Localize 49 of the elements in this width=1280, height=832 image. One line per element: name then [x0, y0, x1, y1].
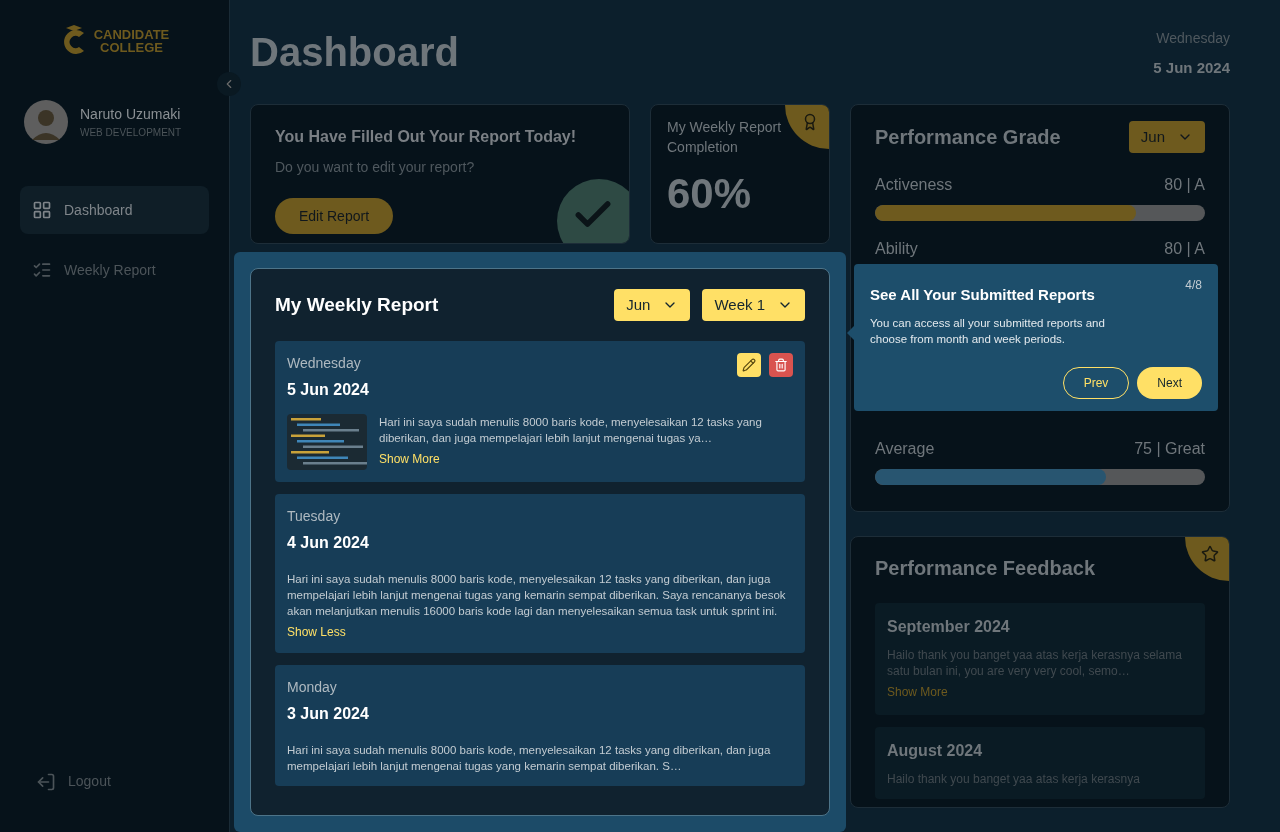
- avatar: [24, 100, 68, 144]
- toggle-link[interactable]: Show More: [379, 450, 793, 468]
- entry-date: 3 Jun 2024: [287, 704, 369, 724]
- edit-button[interactable]: [737, 353, 761, 377]
- toggle-link[interactable]: Show Less: [287, 623, 793, 641]
- logo-text: CANDIDATE: [93, 28, 170, 41]
- metric-name: Ability: [875, 239, 918, 259]
- completion-value: 60%: [667, 173, 753, 215]
- entry-day: Monday: [287, 677, 369, 698]
- pencil-icon: [742, 358, 756, 372]
- entry-date: 5 Jun 2024: [287, 380, 369, 400]
- completion-title: My Weekly Report Completion: [667, 118, 783, 157]
- logout-icon: [36, 771, 56, 792]
- trash-icon: [774, 358, 788, 372]
- user-name: Naruto Uzumaki: [80, 105, 182, 124]
- entry-text: Hari ini saya sudah menulis 8000 baris kode, menyelesaikan 12 tasks yang diberikan, dan juga mempelajari lebih lanjut mengenai tugas yang kemarin sempat diberikan. S…: [287, 743, 772, 774]
- entry-text: Hari ini saya sudah menulis 8000 baris kode, menyelesaikan 12 tasks yang diberikan, dan juga mempelajari lebih lanjut mengenai tugas ya…: [379, 415, 763, 446]
- feedback-month: August 2024: [887, 741, 984, 761]
- page-title: Dashboard: [250, 32, 459, 72]
- user-role: WEB DEVELOPMENT: [80, 126, 182, 140]
- metric-score: 75 | Great: [1134, 439, 1205, 459]
- metric-name: Activeness: [875, 175, 953, 195]
- entry-date: 4 Jun 2024: [287, 533, 369, 553]
- metric-score: 80 | A: [1164, 175, 1205, 195]
- tour-step: 4/8: [1185, 276, 1202, 307]
- checklist-icon: [32, 260, 52, 280]
- entry-text: Hari ini saya sudah menulis 8000 baris kode, menyelesaikan 12 tasks yang diberikan, dan juga mempelajari lebih lanjut mengenai tugas yang kemarin sempat diberikan. Saya rencananya besok akan melanjutkan menulis 16000 baris kode lagi dan menyelesaikan semua task untuk sprint ini.: [287, 572, 787, 619]
- today-subtitle: Do you want to edit your report?: [275, 158, 476, 177]
- entry-day: Tuesday: [287, 506, 369, 527]
- nav-item[interactable]: Dashboard: [20, 186, 209, 234]
- metric-name: Average: [875, 439, 935, 459]
- weekly-report-title: My Weekly Report: [275, 292, 439, 317]
- star-icon: [1201, 545, 1219, 563]
- grade-title: Performance Grade: [875, 125, 1061, 150]
- logo-text: COLLEGE: [99, 41, 164, 54]
- header-day: Wednesday: [1156, 28, 1230, 49]
- period-select[interactable]: Jun: [614, 289, 691, 321]
- feedback-title: Performance Feedback: [875, 556, 1097, 581]
- today-title: You Have Filled Out Your Report Today!: [275, 127, 578, 147]
- delete-button[interactable]: [769, 353, 793, 377]
- grid-icon: [32, 200, 52, 220]
- next-button[interactable]: Next: [1137, 366, 1202, 399]
- header-date: 5 Jun 2024: [1153, 58, 1230, 78]
- tour-text: You can access all your submitted reports and choose from month and week periods.: [870, 315, 1106, 347]
- metric-score: 80 | A: [1164, 239, 1205, 259]
- tour-title: See All Your Submitted Reports: [870, 285, 1095, 305]
- entry-day: Wednesday: [287, 353, 369, 374]
- period-select[interactable]: Week 1: [702, 289, 805, 321]
- feedback-month: September 2024: [887, 617, 1011, 637]
